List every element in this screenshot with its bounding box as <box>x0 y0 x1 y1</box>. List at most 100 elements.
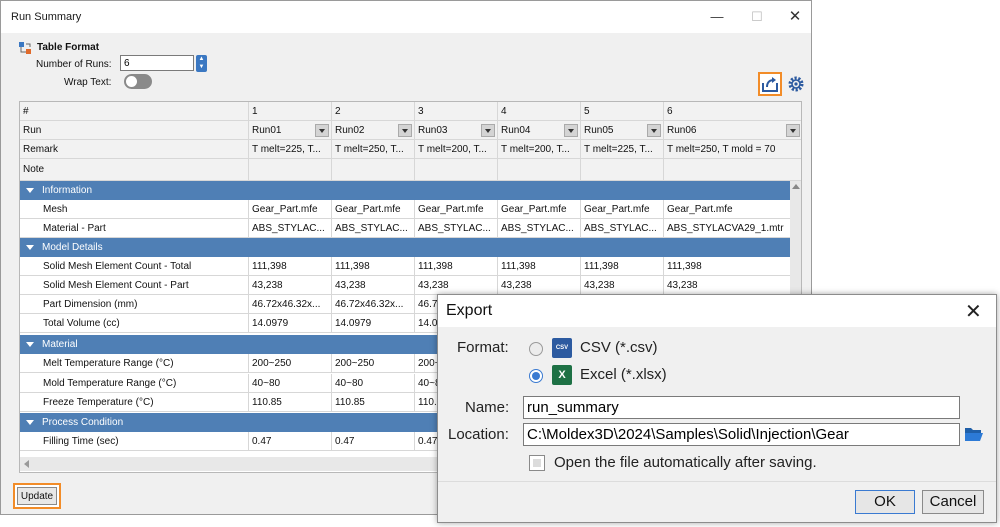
run-select-value: Run04 <box>501 125 531 136</box>
remark-cell[interactable]: T melt=225, T... <box>581 140 664 159</box>
maximize-button[interactable]: ☐ <box>739 5 775 29</box>
wrap-text-label: Wrap Text: <box>64 77 112 88</box>
run-select[interactable]: Run03 <box>415 121 498 140</box>
cancel-button[interactable]: Cancel <box>922 490 984 514</box>
row-label: Solid Mesh Element Count - Total <box>20 257 249 276</box>
export-dialog: Export ✕ Format: CSV CSV (*.csv) X Excel… <box>437 294 997 523</box>
table-cell: Gear_Part.mfe <box>581 200 664 219</box>
section-label: Process Condition <box>26 413 123 432</box>
row-label: Run <box>20 121 249 140</box>
table-cell: ABS_STYLAC... <box>415 219 498 238</box>
note-cell[interactable] <box>249 159 332 181</box>
excel-radio[interactable] <box>529 369 543 383</box>
remark-cell[interactable]: T melt=250, T mold = 70 <box>664 140 801 159</box>
note-cell[interactable] <box>664 159 801 181</box>
minimize-button[interactable]: — <box>699 5 735 29</box>
run-select-value: Run02 <box>335 125 365 136</box>
location-input[interactable] <box>523 423 960 446</box>
run-select-value: Run01 <box>252 125 282 136</box>
table-cell: 40~80 <box>249 374 332 393</box>
remark-cell[interactable]: T melt=225, T... <box>249 140 332 159</box>
table-cell: 111,398 <box>581 257 664 276</box>
table-cell: 43,238 <box>498 276 581 295</box>
row-label: Mesh <box>20 200 249 219</box>
run-select[interactable]: Run05 <box>581 121 664 140</box>
export-icon <box>762 77 778 92</box>
scroll-up-icon[interactable] <box>792 184 800 189</box>
table-cell: 111,398 <box>498 257 581 276</box>
export-button[interactable] <box>758 72 782 96</box>
run-select[interactable]: Run04 <box>498 121 581 140</box>
header-cell: 6 <box>664 102 801 121</box>
section-title: Material <box>42 339 78 350</box>
dialog-close-button[interactable]: ✕ <box>965 299 982 324</box>
row-label: Total Volume (cc) <box>20 314 249 333</box>
table-cell: 111,398 <box>249 257 332 276</box>
folder-open-icon[interactable] <box>964 425 984 443</box>
run-select[interactable]: Run01 <box>249 121 332 140</box>
close-button[interactable]: ✕ <box>777 5 813 29</box>
chevron-down-icon[interactable] <box>481 124 495 137</box>
csv-option-label[interactable]: CSV (*.csv) <box>580 339 658 356</box>
collapse-arrow-icon <box>26 187 34 193</box>
chevron-down-icon[interactable] <box>786 124 800 137</box>
run-select[interactable]: Run02 <box>332 121 415 140</box>
num-runs-spinner[interactable]: ▲ ▼ <box>196 55 207 72</box>
table-cell: 110.85 <box>332 393 415 412</box>
note-row: Note <box>20 159 801 181</box>
csv-radio[interactable] <box>529 342 543 356</box>
table-format-icon <box>19 42 31 54</box>
header-cell: # <box>20 102 249 121</box>
header-cell: 3 <box>415 102 498 121</box>
table-cell: 0.47 <box>332 432 415 451</box>
table-cell: Gear_Part.mfe <box>664 200 801 219</box>
csv-file-icon: CSV <box>552 338 572 358</box>
wrap-text-toggle[interactable] <box>124 74 152 89</box>
chevron-down-icon[interactable] <box>564 124 578 137</box>
table-cell: 111,398 <box>664 257 801 276</box>
update-button[interactable]: Update <box>13 483 61 509</box>
dialog-title: Export <box>446 302 493 319</box>
remark-cell[interactable]: T melt=250, T... <box>332 140 415 159</box>
name-input[interactable] <box>523 396 960 419</box>
ok-button[interactable]: OK <box>855 490 915 514</box>
location-label: Location: <box>448 426 509 443</box>
section-header-information[interactable]: Information <box>20 181 801 200</box>
scroll-left-icon[interactable] <box>24 460 29 468</box>
section-header-model-details[interactable]: Model Details <box>20 238 801 257</box>
auto-open-checkbox[interactable] <box>529 455 545 471</box>
excel-option-label[interactable]: Excel (*.xlsx) <box>580 366 667 383</box>
table-row: Solid Mesh Element Count - Total 111,398… <box>20 257 801 276</box>
run-select-value: Run05 <box>584 125 614 136</box>
section-title: Model Details <box>42 242 103 253</box>
table-cell: 14.0979 <box>332 314 415 333</box>
table-cell: 111,398 <box>415 257 498 276</box>
table-cell: Gear_Part.mfe <box>332 200 415 219</box>
row-label: Material - Part <box>20 219 249 238</box>
collapse-arrow-icon <box>26 244 34 250</box>
header-cell: 1 <box>249 102 332 121</box>
gear-icon[interactable] <box>787 75 805 93</box>
chevron-down-icon[interactable] <box>398 124 412 137</box>
row-label: Mold Temperature Range (°C) <box>20 374 249 393</box>
chevron-down-icon[interactable] <box>647 124 661 137</box>
num-runs-input[interactable] <box>120 55 194 71</box>
run-select-value: Run03 <box>418 125 448 136</box>
remark-cell[interactable]: T melt=200, T... <box>415 140 498 159</box>
table-cell: 43,238 <box>249 276 332 295</box>
note-cell[interactable] <box>498 159 581 181</box>
chevron-down-icon[interactable] <box>315 124 329 137</box>
remark-cell[interactable]: T melt=200, T... <box>498 140 581 159</box>
collapse-arrow-icon <box>26 419 34 425</box>
table-cell: Gear_Part.mfe <box>498 200 581 219</box>
table-cell: ABS_STYLAC... <box>249 219 332 238</box>
note-cell[interactable] <box>581 159 664 181</box>
window-title: Run Summary <box>11 11 82 23</box>
note-cell[interactable] <box>415 159 498 181</box>
table-row: Solid Mesh Element Count - Part 43,238 4… <box>20 276 801 295</box>
row-label: Filling Time (sec) <box>20 432 249 451</box>
note-cell[interactable] <box>332 159 415 181</box>
run-select[interactable]: Run06 <box>664 121 801 140</box>
table-cell: 40~80 <box>332 374 415 393</box>
row-label: Freeze Temperature (°C) <box>20 393 249 412</box>
